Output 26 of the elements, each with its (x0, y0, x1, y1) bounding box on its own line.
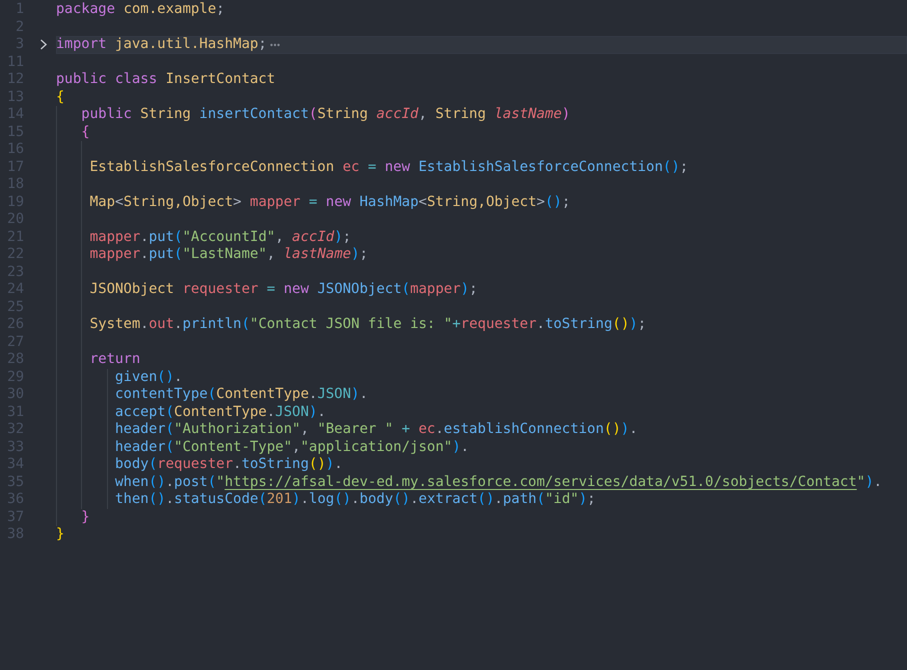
code-line: when().post("https://afsal-dev-ed.my.salesforce.com/services/data/v51.0/sobjects/Contact"). (114, 474, 882, 491)
code-line: given(). (114, 368, 182, 386)
ellipsis-icon[interactable] (270, 42, 280, 47)
code-line: package com.example; (56, 1, 225, 18)
code-line: } (56, 526, 64, 544)
url-link[interactable]: https://afsal-dev-ed.my.salesforce.com/services/data/v51.0/sobjects/Contact (224, 474, 857, 490)
code-line: { (80, 124, 90, 141)
code-line: EstablishSalesforceConnection ec = new EstablishSalesforceConnection(); (88, 158, 688, 176)
chevron-icon[interactable] (40, 39, 47, 50)
code-line: return (88, 351, 140, 368)
code-line: accept(ContentType.JSON). (114, 404, 326, 421)
code-line: Map<String,Object> mapper = new HashMap<String,Object>(); (88, 194, 570, 211)
code-line: } (80, 508, 90, 526)
code-line: body(requester.toString()). (114, 456, 343, 474)
code-line: System.out.println("Contact JSON file is: "+requester.toString()); (88, 316, 646, 334)
code-line: import java.util.HashMap; (56, 36, 267, 54)
code-line: { (56, 88, 64, 106)
code-line: public class InsertContact (56, 71, 276, 88)
code-line: contentType(ContentType.JSON). (114, 386, 368, 404)
code-line: public String insertContact(String accId, String lastName) (80, 106, 570, 124)
code-line: header("Content-Type","application/json"). (114, 438, 470, 456)
code-line: then().statusCode(201).log().body().extract().path("id"); (114, 491, 596, 508)
code-line: mapper.put("LastName", lastName); (88, 246, 368, 264)
code-line: mapper.put("AccountId", accId); (88, 228, 352, 246)
code-line: JSONObject requester = new JSONObject(mapper); (88, 281, 478, 298)
code-line: header("Authorization", "Bearer " + ec.establishConnection()). (114, 421, 638, 438)
